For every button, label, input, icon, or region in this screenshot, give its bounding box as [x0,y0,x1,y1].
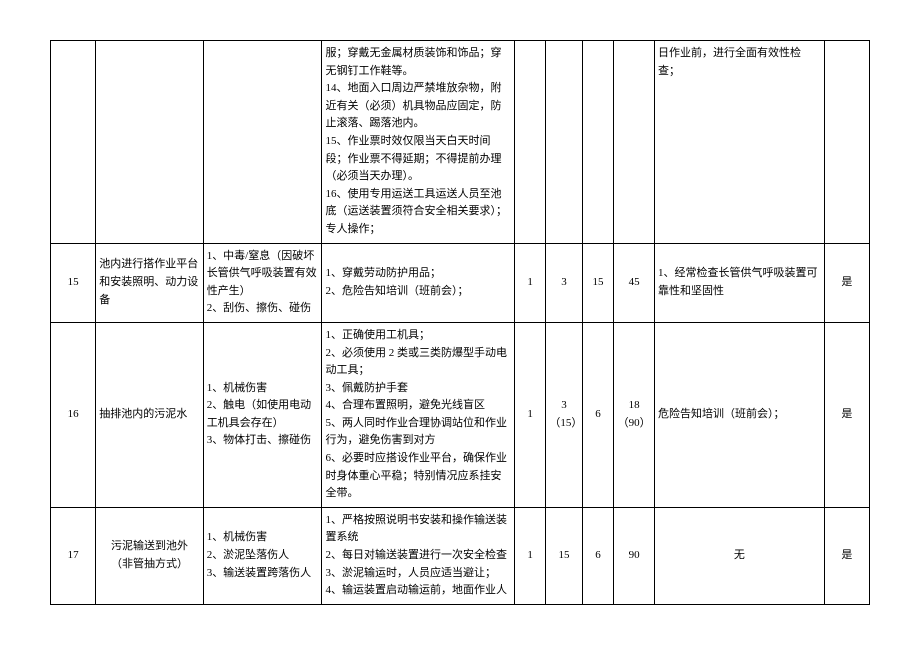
cell-measure: 1、穿戴劳动防护用品；2、危险告知培训（班前会）； [322,243,514,322]
table-row: 15 池内进行搭作业平台和安装照明、动力设备 1、中毒/窒息（因破坏长管供气呼吸… [51,243,870,322]
cell-idx: 15 [51,243,96,322]
cell-idx: 17 [51,507,96,604]
table-row: 16 抽排池内的污泥水 1、机械伤害2、触电（如使用电动工机具会存在）3、物体打… [51,322,870,507]
cell-idx [51,41,96,244]
cell-yes: 是 [824,507,869,604]
cell-task [96,41,203,244]
cell-task: 池内进行搭作业平台和安装照明、动力设备 [96,243,203,322]
cell-n2: 3 [546,243,582,322]
risk-table: 服；穿戴无金属材质装饰和饰品；穿无钢钉工作鞋等。14、地面入口周边严禁堆放杂物，… [50,40,870,605]
cell-n2: 15 [546,507,582,604]
cell-extra: 1、经常检查长管供气呼吸装置可靠性和坚固性 [655,243,825,322]
cell-n1: 1 [514,507,546,604]
cell-n4: 90 [614,507,655,604]
cell-n3: 15 [582,243,614,322]
cell-n1: 1 [514,243,546,322]
cell-risk [203,41,322,244]
cell-n3: 6 [582,507,614,604]
cell-n3 [582,41,614,244]
cell-extra: 危险告知培训（班前会）； [655,322,825,507]
cell-n3: 6 [582,322,614,507]
cell-n2: 3（15） [546,322,582,507]
cell-measure: 1、正确使用工机具；2、必须使用 2 类或三类防爆型手动电动工具；3、佩戴防护手… [322,322,514,507]
cell-extra: 日作业前，进行全面有效性检查； [655,41,825,244]
cell-n2 [546,41,582,244]
cell-n1: 1 [514,322,546,507]
cell-measure: 服；穿戴无金属材质装饰和饰品；穿无钢钉工作鞋等。14、地面入口周边严禁堆放杂物，… [322,41,514,244]
cell-yes: 是 [824,243,869,322]
cell-n4 [614,41,655,244]
cell-task: 抽排池内的污泥水 [96,322,203,507]
cell-risk: 1、机械伤害2、淤泥坠落伤人3、输送装置跨落伤人 [203,507,322,604]
cell-n4: 45 [614,243,655,322]
cell-extra: 无 [655,507,825,604]
cell-yes [824,41,869,244]
cell-risk: 1、中毒/窒息（因破坏长管供气呼吸装置有效性产生）2、刮伤、擦伤、碰伤 [203,243,322,322]
cell-risk: 1、机械伤害2、触电（如使用电动工机具会存在）3、物体打击、擦碰伤 [203,322,322,507]
cell-n1 [514,41,546,244]
cell-yes: 是 [824,322,869,507]
table-row: 17 污泥输送到池外（非管抽方式） 1、机械伤害2、淤泥坠落伤人3、输送装置跨落… [51,507,870,604]
cell-task: 污泥输送到池外（非管抽方式） [96,507,203,604]
cell-idx: 16 [51,322,96,507]
cell-measure: 1、严格按照说明书安装和操作输送装置系统2、每日对输送装置进行一次安全检查3、淤… [322,507,514,604]
table-row: 服；穿戴无金属材质装饰和饰品；穿无钢钉工作鞋等。14、地面入口周边严禁堆放杂物，… [51,41,870,244]
cell-n4: 18（90） [614,322,655,507]
